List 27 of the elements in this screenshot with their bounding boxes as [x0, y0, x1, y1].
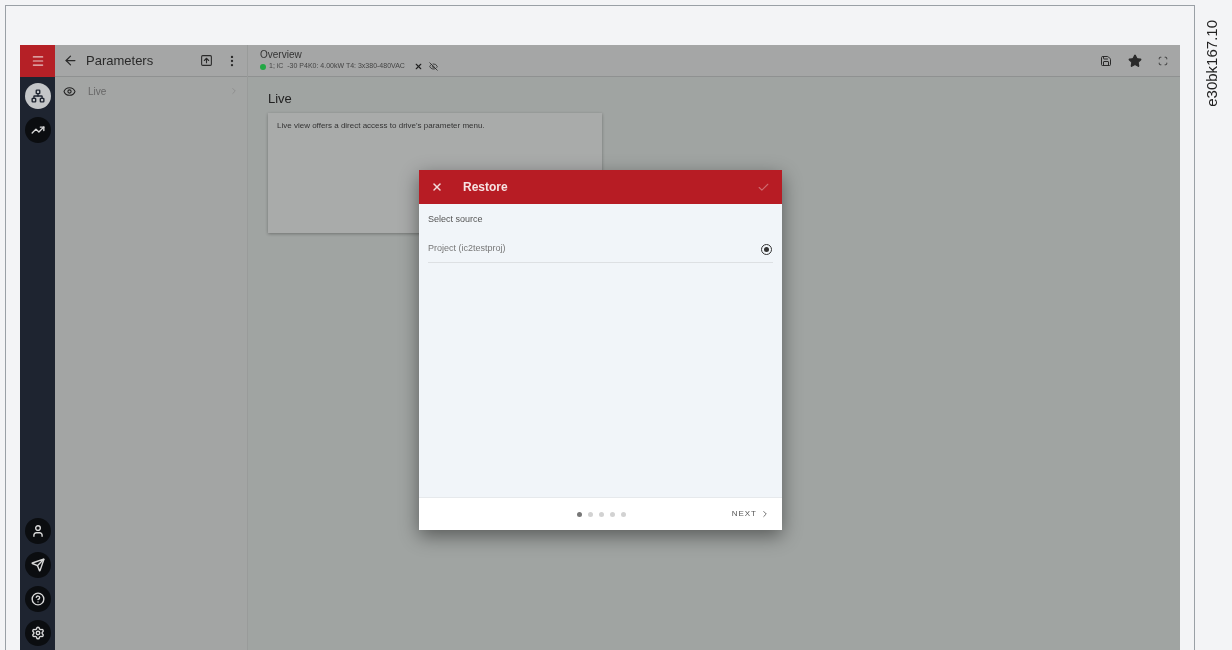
- panel-title: Parameters: [86, 51, 155, 70]
- eye-icon: [63, 84, 76, 98]
- content-title: Live: [268, 90, 293, 108]
- close-icon[interactable]: [413, 62, 423, 71]
- user-icon[interactable]: [24, 518, 51, 544]
- close-icon[interactable]: [431, 181, 443, 193]
- settings-icon[interactable]: [24, 620, 51, 646]
- section-label: Select source: [427, 213, 484, 226]
- back-icon[interactable]: [63, 53, 78, 68]
- panel-item[interactable]: Live: [55, 77, 247, 105]
- send-icon[interactable]: [24, 552, 51, 578]
- chevron-icon: [760, 509, 770, 519]
- content-description: Live view offers a direct access to drive's parameter menu.: [277, 119, 486, 132]
- next-button[interactable]: NEXT: [731, 508, 770, 520]
- help-icon[interactable]: [24, 586, 51, 612]
- network-icon[interactable]: [24, 83, 51, 109]
- source-option[interactable]: Project (ic2testproj): [428, 236, 773, 263]
- save-icon[interactable]: [1100, 54, 1112, 67]
- menu-icon: [30, 54, 45, 68]
- eye-off-icon[interactable]: [428, 62, 438, 71]
- star-icon[interactable]: [1128, 53, 1142, 68]
- figure-label: e30bk167.10: [1202, 20, 1221, 107]
- import-icon[interactable]: [200, 54, 213, 67]
- trend-icon[interactable]: [24, 117, 51, 143]
- dialog-title: Restore: [463, 179, 509, 196]
- header-title: Overview: [260, 49, 303, 62]
- fullscreen-icon[interactable]: [1158, 55, 1168, 66]
